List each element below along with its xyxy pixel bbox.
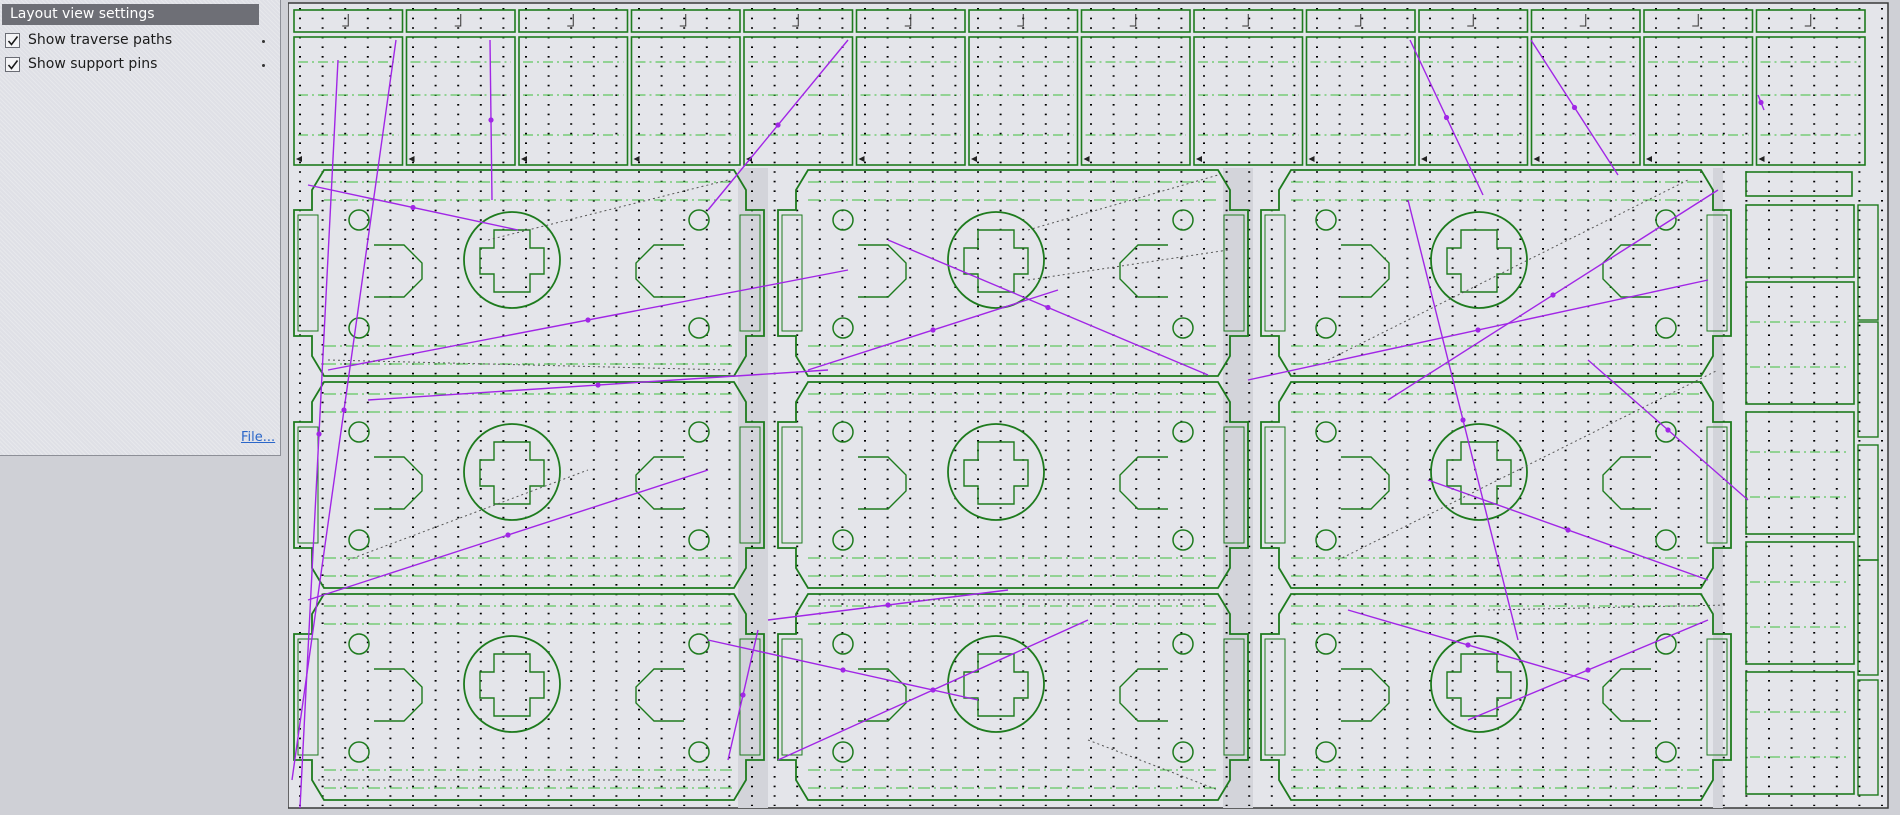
- traverse-arrow: [316, 431, 322, 437]
- sheet-gap: [1713, 168, 1723, 808]
- file-link[interactable]: File...: [241, 430, 275, 445]
- show-support-pins-option[interactable]: Show support pins: [5, 55, 267, 75]
- checkmark-icon: [7, 36, 19, 46]
- traverse-arrow: [930, 327, 936, 333]
- option-marker-dot: [262, 64, 265, 67]
- traverse-arrow: [410, 204, 416, 211]
- traverse-arrow: [1565, 527, 1571, 533]
- traverse-arrow: [585, 317, 591, 323]
- traverse-arrow: [1443, 114, 1450, 121]
- show-support-pins-checkbox[interactable]: [5, 57, 20, 72]
- traverse-arrow: [930, 687, 936, 693]
- checkmark-icon: [7, 60, 19, 70]
- layout-view-settings-panel: Layout view settings Show traverse paths…: [0, 0, 281, 456]
- traverse-arrow: [1475, 327, 1481, 333]
- layout-canvas[interactable]: [288, 0, 1900, 815]
- traverse-arrow: [505, 532, 511, 538]
- show-traverse-paths-checkbox[interactable]: [5, 33, 20, 48]
- traverse-arrow: [775, 122, 781, 128]
- traverse-arrow: [885, 602, 891, 608]
- option-marker-dot: [262, 40, 265, 43]
- show-traverse-paths-option[interactable]: Show traverse paths: [5, 31, 267, 51]
- show-support-pins-label: Show support pins: [28, 56, 158, 72]
- traverse-arrow: [1571, 104, 1578, 111]
- show-traverse-paths-label: Show traverse paths: [28, 32, 173, 48]
- traverse-arrow: [1665, 427, 1671, 433]
- traverse-arrow: [740, 692, 746, 698]
- traverse-arrow: [1465, 642, 1471, 648]
- traverse-arrow: [595, 382, 601, 388]
- panel-title: Layout view settings: [2, 4, 259, 25]
- traverse-arrow: [1045, 304, 1051, 311]
- traverse-arrow: [488, 117, 494, 123]
- traverse-arrow: [1758, 99, 1764, 106]
- traverse-arrow: [840, 667, 846, 673]
- traverse-arrow: [1550, 292, 1556, 298]
- traverse-arrow: [1460, 417, 1466, 423]
- traverse-arrow: [341, 407, 347, 413]
- traverse-arrow: [1585, 667, 1591, 673]
